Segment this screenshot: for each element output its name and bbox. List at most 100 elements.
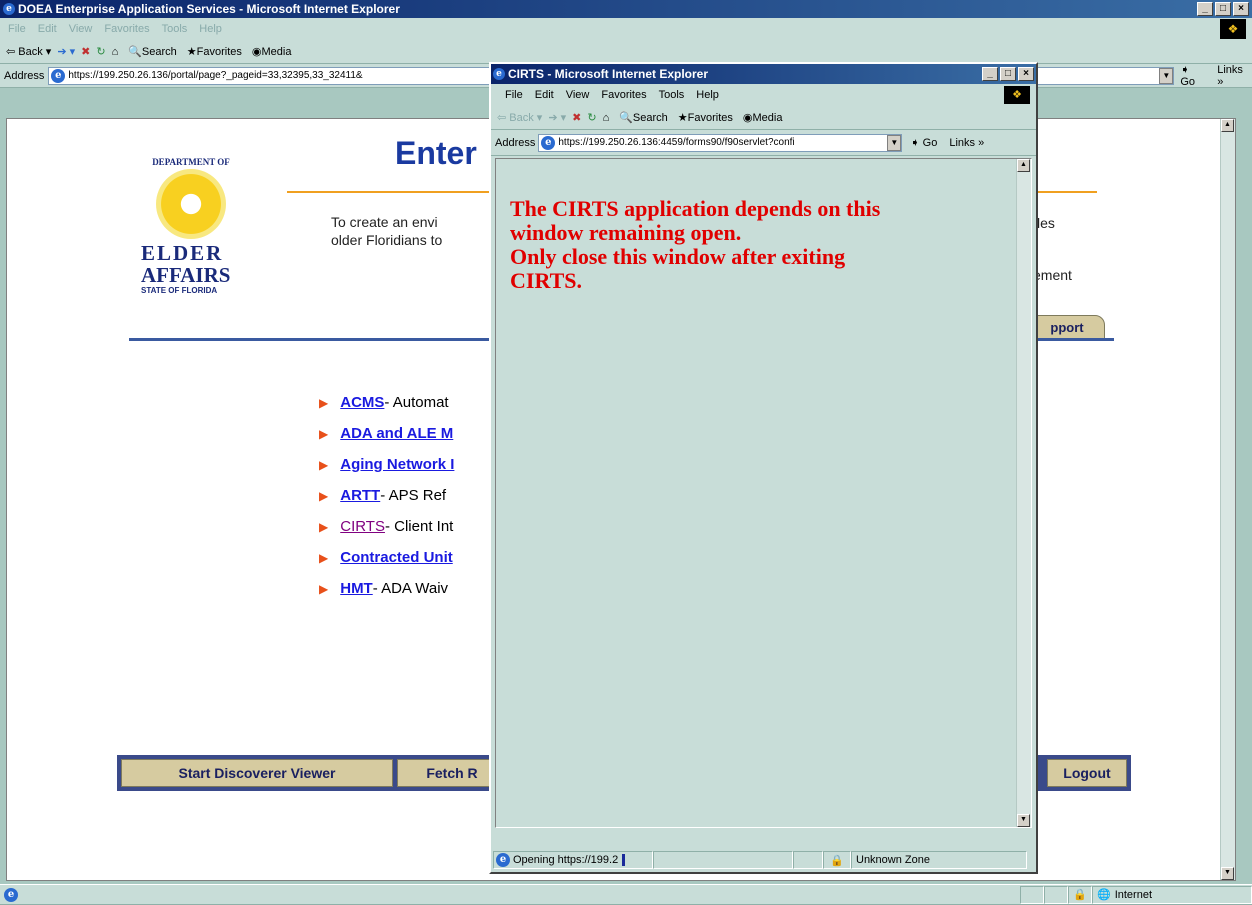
mission-line-1: To create an envi: [331, 214, 438, 230]
maximize-button[interactable]: □: [1215, 2, 1231, 16]
popup-menu-file[interactable]: File: [505, 89, 523, 101]
mission-line-2: older Floridians to: [331, 232, 443, 248]
outer-scrollbar[interactable]: ▲ ▼: [1220, 119, 1235, 880]
popup-menu-favorites[interactable]: Favorites: [601, 89, 646, 101]
popup-refresh-icon[interactable]: ↻: [587, 111, 596, 124]
popup-menu-tools[interactable]: Tools: [659, 89, 685, 101]
scroll-down-icon[interactable]: ▼: [1221, 867, 1234, 880]
close-button[interactable]: ×: [1233, 2, 1249, 16]
popup-scrollbar[interactable]: ▲ ▼: [1016, 159, 1031, 827]
logout-button[interactable]: Logout: [1047, 759, 1127, 787]
zone-label: Internet: [1114, 888, 1153, 901]
menu-file[interactable]: File: [8, 23, 26, 35]
popup-close-button[interactable]: ×: [1018, 67, 1034, 81]
minimize-button[interactable]: _: [1197, 2, 1213, 16]
start-discoverer-button[interactable]: Start Discoverer Viewer: [121, 759, 393, 787]
menu-edit[interactable]: Edit: [38, 23, 57, 35]
home-icon[interactable]: ⌂: [112, 46, 119, 58]
popup-title-bar[interactable]: e CIRTS - Microsoft Internet Explorer _ …: [491, 64, 1036, 84]
logo-state: STATE OF FLORIDA: [141, 286, 218, 295]
outer-window-title: DOEA Enterprise Application Services - M…: [18, 2, 400, 16]
favorites-button[interactable]: ★Favorites: [187, 45, 242, 58]
refresh-icon[interactable]: ↻: [96, 45, 105, 58]
go-button[interactable]: ➧ Go: [1180, 63, 1207, 88]
progress-bar: [622, 854, 626, 866]
outer-address-value: https://199.250.26.136/portal/page?_page…: [68, 70, 363, 81]
status-cell: [653, 851, 793, 869]
status-page-icon: e: [4, 887, 18, 902]
zone-label: Unknown Zone: [856, 854, 930, 866]
popup-address-value: https://199.250.26.136:4459/forms90/f90s…: [558, 137, 795, 148]
popup-stop-icon[interactable]: ✖: [572, 111, 581, 124]
app-link-cirts[interactable]: CIRTS: [340, 518, 385, 535]
address-dropdown-icon[interactable]: ▼: [887, 134, 902, 151]
windows-logo-icon: ❖: [1004, 86, 1030, 104]
links-button[interactable]: Links »: [1217, 64, 1252, 88]
popup-window-title: CIRTS - Microsoft Internet Explorer: [508, 67, 709, 81]
app-desc: - Client Int: [384, 518, 454, 535]
list-item: ▶ CIRTS - Client Int: [319, 511, 454, 542]
popup-address-bar: Address e https://199.250.26.136:4459/fo…: [491, 130, 1036, 156]
popup-home-icon[interactable]: ⌂: [603, 112, 610, 124]
app-link-acms[interactable]: ACMS: [340, 394, 384, 411]
popup-address-input[interactable]: e https://199.250.26.136:4459/forms90/f9…: [538, 133, 903, 152]
bullet-arrow-icon: ▶: [319, 426, 329, 441]
popup-back-button[interactable]: ⇦ Back ▾: [497, 111, 542, 124]
list-item: ▶ Contracted Unit: [319, 542, 454, 573]
scroll-up-icon[interactable]: ▲: [1017, 159, 1030, 172]
popup-menu-help[interactable]: Help: [696, 89, 719, 101]
back-button[interactable]: ⇦ Back ▾: [6, 45, 51, 58]
bullet-arrow-icon: ▶: [319, 395, 329, 410]
popup-zone: Unknown Zone: [851, 851, 1027, 869]
media-button[interactable]: ◉Media: [252, 45, 292, 58]
bullet-arrow-icon: ▶: [319, 488, 329, 503]
popup-minimize-button[interactable]: _: [982, 67, 998, 81]
app-link-artt[interactable]: ARTT: [340, 487, 380, 504]
page-heading: Enter: [395, 135, 477, 171]
status-text: Opening https://199.2: [513, 854, 619, 866]
popup-menu-edit[interactable]: Edit: [535, 89, 554, 101]
outer-title-bar[interactable]: e DOEA Enterprise Application Services -…: [0, 0, 1252, 18]
popup-menu-view[interactable]: View: [566, 89, 590, 101]
popup-forward-button[interactable]: ➔ ▾: [548, 111, 566, 124]
app-link-ada-ale[interactable]: ADA and ALE M: [340, 425, 453, 442]
popup-media-button[interactable]: ◉Media: [743, 111, 783, 124]
status-cell: [1044, 885, 1068, 904]
popup-menu-bar: File Edit View Favorites Tools Help ❖: [491, 84, 1036, 106]
support-tab[interactable]: pport: [1029, 315, 1105, 339]
scroll-down-icon[interactable]: ▼: [1017, 814, 1030, 827]
windows-logo-icon: ❖: [1220, 19, 1246, 39]
app-link-contracted-unit[interactable]: Contracted Unit: [340, 549, 453, 566]
menu-tools[interactable]: Tools: [162, 23, 188, 35]
outer-toolbar: ⇦ Back ▾ ➔ ▾ ✖ ↻ ⌂ 🔍Search ★Favorites ◉M…: [0, 40, 1252, 64]
popup-window: e CIRTS - Microsoft Internet Explorer _ …: [489, 62, 1038, 874]
menu-help[interactable]: Help: [199, 23, 222, 35]
popup-links-button[interactable]: Links »: [949, 137, 984, 149]
app-link-aging-network[interactable]: Aging Network I: [340, 456, 454, 473]
menu-favorites[interactable]: Favorites: [104, 23, 149, 35]
popup-maximize-button[interactable]: □: [1000, 67, 1016, 81]
popup-status-text: e Opening https://199.2: [493, 851, 653, 869]
forward-button[interactable]: ➔ ▾: [57, 45, 75, 58]
popup-favorites-button[interactable]: ★Favorites: [678, 111, 733, 124]
scroll-up-icon[interactable]: ▲: [1221, 119, 1234, 132]
lock-icon: 🔒: [1073, 889, 1087, 901]
list-item: ▶ ACMS - Automat: [319, 387, 454, 418]
menu-view[interactable]: View: [69, 23, 93, 35]
message-line-4: CIRTS.: [510, 268, 582, 293]
popup-search-button[interactable]: 🔍Search: [619, 111, 668, 124]
address-dropdown-icon[interactable]: ▼: [1159, 67, 1174, 84]
app-link-hmt[interactable]: HMT: [340, 580, 373, 597]
address-label: Address: [4, 69, 45, 82]
popup-status-bar: e Opening https://199.2 🔒 Unknown Zone: [493, 850, 1034, 870]
page-icon: e: [541, 135, 556, 150]
status-cell: 🔒: [823, 851, 851, 869]
bullet-arrow-icon: ▶: [319, 550, 329, 565]
outer-menu-bar: File Edit View Favorites Tools Help ❖: [0, 18, 1252, 40]
search-button[interactable]: 🔍Search: [128, 45, 177, 58]
bullet-arrow-icon: ▶: [319, 581, 329, 596]
status-zone: 🌐 Internet: [1092, 885, 1252, 904]
stop-icon[interactable]: ✖: [81, 45, 90, 58]
popup-go-button[interactable]: ➧ Go: [910, 136, 937, 149]
ie-window-icon: e: [493, 68, 505, 80]
